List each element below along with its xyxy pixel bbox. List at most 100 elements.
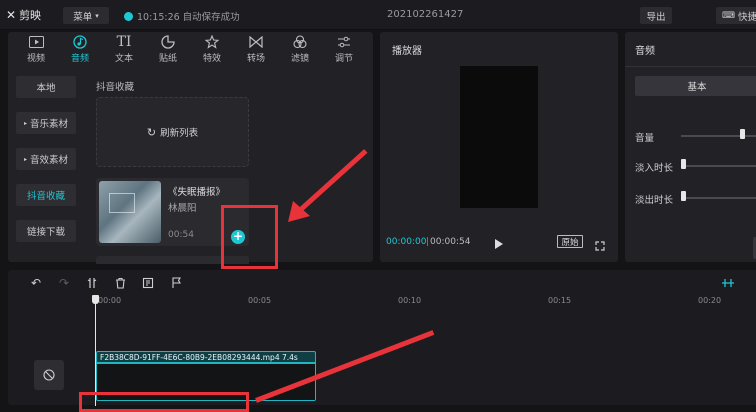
side-item-local[interactable]: 本地	[16, 76, 76, 98]
undo-icon[interactable]: ↶	[28, 275, 44, 291]
tab-sticker[interactable]: 贴纸	[146, 32, 190, 66]
timeline-panel: ↶ ↷ 00:00 00:05 00:10 00:15 00:20 F2B38C…	[8, 270, 756, 406]
magnet-icon[interactable]	[720, 275, 736, 291]
side-item-sound-effects[interactable]: ▸ 音效素材	[16, 148, 76, 170]
shortcut-button[interactable]: ⌨ 快捷	[716, 7, 756, 24]
player-panel: 播放器 00:00:00 | 00:00:54 原始	[380, 32, 618, 262]
shortcut-label: 快捷	[738, 11, 756, 23]
tab-label: 文本	[114, 53, 133, 64]
menu-label: 菜单	[73, 11, 93, 23]
caret-right-icon: ▸	[23, 119, 27, 127]
adjust-icon	[336, 35, 352, 49]
side-item-label: 链接下载	[26, 227, 65, 238]
tab-adjust[interactable]: 调节	[322, 32, 366, 66]
clip-name: F2B38C8D-91FF-4E6C-80B9-2EB08293444.mp4	[100, 353, 280, 362]
caret-right-icon: ▸	[23, 155, 27, 163]
refresh-icon: ↻	[146, 125, 157, 139]
text-icon: TI	[116, 33, 132, 50]
side-item-link-download[interactable]: 链接下载	[16, 220, 76, 242]
split-icon[interactable]	[84, 275, 100, 291]
fade-out-label: 淡出时长	[635, 195, 674, 206]
side-item-label: 音乐素材	[30, 119, 69, 130]
total-time: 00:00:54	[430, 237, 471, 247]
redo-icon[interactable]: ↷	[56, 275, 72, 291]
fade-out-slider-knob[interactable]	[681, 191, 686, 201]
play-button[interactable]	[494, 235, 504, 249]
annotation-box-clip	[79, 392, 249, 412]
refresh-list-button[interactable]: ↻ 刷新列表	[96, 97, 249, 167]
audio-thumbnail	[99, 181, 161, 243]
audio-side-nav: 本地 ▸ 音乐素材 ▸ 音效素材 抖音收藏 链接下载	[16, 76, 78, 256]
tab-label: 贴纸	[158, 53, 177, 64]
keyboard-icon: ⌨	[722, 10, 735, 21]
save-status-text: 10:15:26 自动保存成功	[137, 12, 240, 23]
delete-icon[interactable]	[112, 275, 128, 291]
tab-audio[interactable]: 音频	[58, 32, 102, 66]
tick-label: 00:00	[98, 296, 122, 305]
tick-label: 00:20	[698, 296, 722, 305]
transition-icon	[248, 35, 264, 49]
audio-icon	[72, 34, 88, 49]
track-mute-icon[interactable]	[34, 360, 64, 390]
app-name: 剪映	[19, 9, 42, 22]
section-title: 抖音收藏	[96, 82, 135, 93]
side-item-douyin-favorites[interactable]: 抖音收藏	[16, 184, 76, 206]
app-logo: ✕ 剪映	[6, 7, 41, 23]
tab-label: 调节	[334, 53, 353, 64]
tab-transition[interactable]: 转场	[234, 32, 278, 66]
tab-label: 滤镜	[290, 53, 309, 64]
playhead-handle[interactable]	[92, 295, 99, 304]
video-icon	[28, 35, 44, 49]
side-item-label: 音效素材	[30, 155, 69, 166]
properties-title: 音频	[635, 46, 655, 57]
player-title: 播放器	[392, 46, 422, 57]
tick-label: 00:10	[398, 296, 422, 305]
current-time: 00:00:00	[386, 237, 427, 247]
export-button[interactable]: 导出	[640, 7, 672, 24]
annotation-arrowhead-upper	[288, 201, 310, 222]
clip-duration: 7.4s	[282, 353, 298, 362]
playhead[interactable]	[95, 296, 96, 406]
refresh-label: 刷新列表	[160, 128, 199, 139]
check-icon	[124, 11, 133, 21]
tab-effects[interactable]: 特效	[190, 32, 234, 66]
side-item-label: 抖音收藏	[26, 191, 65, 202]
side-item-music[interactable]: ▸ 音乐素材	[16, 112, 76, 134]
timeline-toolbar: ↶ ↷	[8, 270, 756, 296]
tab-label: 特效	[202, 53, 221, 64]
video-preview[interactable]	[460, 66, 538, 208]
audio-properties-panel: 音频 基本 音量 淡入时长 淡出时长	[625, 32, 756, 262]
fade-in-slider-knob[interactable]	[681, 159, 686, 169]
media-tabbar: 视频 音频 TI 文本 贴纸 特效 转场 滤镜 调节	[8, 32, 373, 66]
fade-in-slider[interactable]	[681, 165, 756, 167]
audio-artist: 林晨阳	[168, 203, 197, 214]
play-icon	[495, 239, 503, 249]
capcut-logo-icon: ✕	[6, 8, 17, 22]
media-panel: 视频 音频 TI 文本 贴纸 特效 转场 滤镜 调节 本地 ▸ 音乐素材 ▸ 音…	[8, 32, 373, 264]
tab-filter[interactable]: 滤镜	[278, 32, 322, 66]
tab-label: 音频	[70, 53, 89, 64]
save-status: 10:15:26 自动保存成功	[124, 9, 240, 23]
fade-out-slider[interactable]	[681, 197, 756, 199]
sticker-icon	[160, 34, 176, 49]
time-separator: |	[426, 237, 430, 247]
side-item-label: 本地	[36, 83, 56, 94]
fullscreen-icon[interactable]	[595, 236, 605, 251]
tick-label: 00:05	[248, 296, 272, 305]
volume-slider-knob[interactable]	[739, 129, 745, 139]
flag-icon[interactable]	[168, 275, 184, 291]
chevron-down-icon: ▾	[95, 11, 99, 20]
project-title: 202102261427	[387, 9, 464, 20]
tab-video[interactable]: 视频	[14, 32, 58, 66]
tab-basic[interactable]: 基本	[635, 76, 756, 96]
tab-text[interactable]: TI 文本	[102, 32, 146, 66]
audio-duration: 00:54	[168, 230, 194, 240]
volume-label: 音量	[635, 133, 655, 144]
ratio-button[interactable]: 原始	[557, 235, 583, 248]
filter-icon	[292, 34, 308, 49]
annotation-box-add	[221, 205, 278, 269]
freeze-frame-icon[interactable]	[140, 275, 156, 291]
menu-button[interactable]: 菜单 ▾	[63, 7, 109, 24]
timeline-ruler[interactable]: 00:00 00:05 00:10 00:15 00:20	[96, 294, 756, 308]
audio-title: 《失眠播报》	[168, 187, 226, 198]
